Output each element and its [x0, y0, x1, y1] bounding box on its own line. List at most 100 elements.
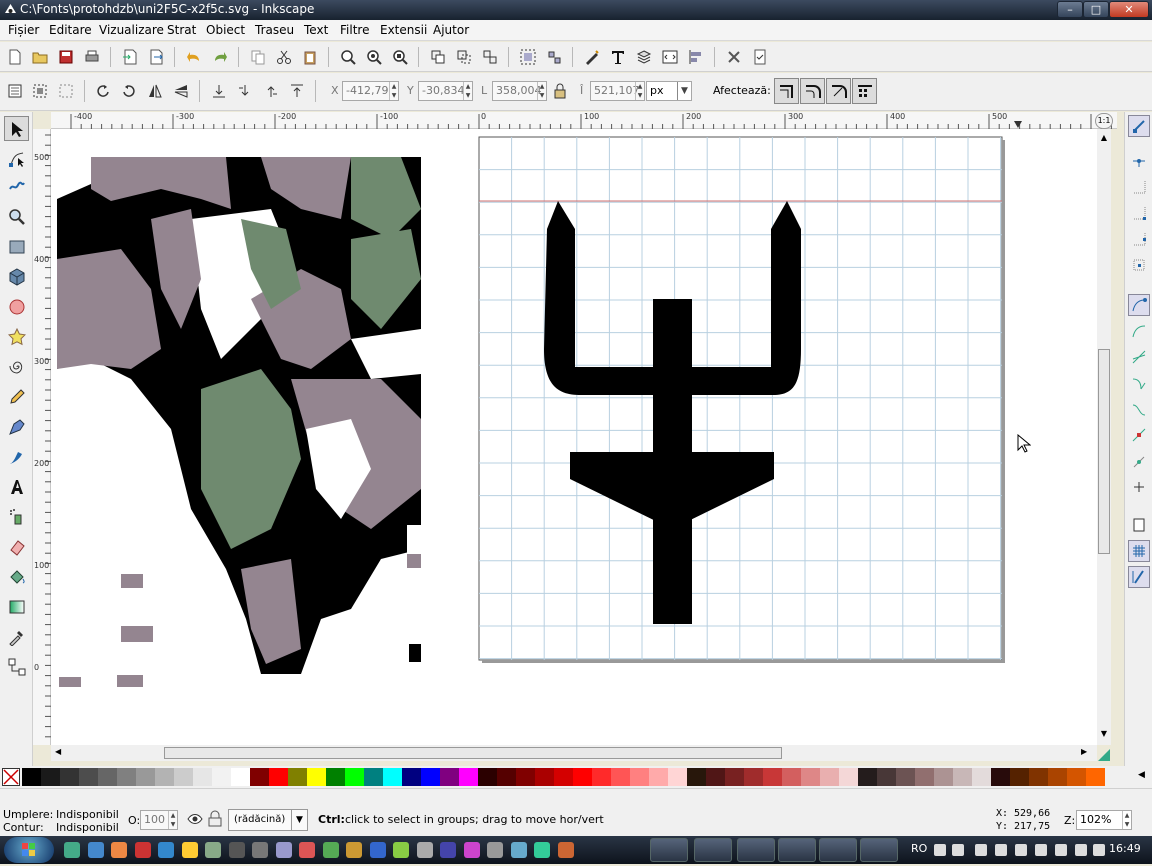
- taskbar-app-icon[interactable]: [228, 842, 245, 858]
- tray-icon[interactable]: [995, 844, 1007, 856]
- preferences-button[interactable]: [723, 46, 745, 68]
- snap-intersections-button[interactable]: [1128, 346, 1150, 368]
- color-swatch[interactable]: [383, 768, 402, 786]
- menu-view[interactable]: Vizualizare: [99, 23, 164, 37]
- lower-to-bottom-button[interactable]: [208, 80, 230, 102]
- y-field[interactable]: -30,834 ▲ ▼: [418, 81, 473, 101]
- snap-midpoint-button[interactable]: [1128, 424, 1150, 446]
- taskbar-app-icon[interactable]: [346, 842, 362, 858]
- opacity-field[interactable]: 100 ▲ ▼: [140, 810, 178, 830]
- snap-bbox-midpoint-button[interactable]: [1128, 228, 1150, 250]
- width-spin-arrows[interactable]: ▲ ▼: [537, 82, 546, 100]
- affect-patterns-toggle[interactable]: [852, 78, 877, 104]
- scroll-down-icon[interactable]: ▼: [1097, 729, 1111, 738]
- save-button[interactable]: [55, 46, 77, 68]
- menu-file[interactable]: Fișier: [8, 23, 39, 37]
- select-all-layers-button[interactable]: [29, 80, 51, 102]
- taskbar-app-icon[interactable]: [393, 842, 409, 858]
- tray-icon[interactable]: [1075, 844, 1087, 856]
- unit-select[interactable]: px ▼: [646, 81, 692, 101]
- color-swatch[interactable]: [307, 768, 326, 786]
- color-swatch[interactable]: [820, 768, 839, 786]
- affect-corners-toggle[interactable]: [800, 78, 825, 104]
- color-swatch[interactable]: [155, 768, 174, 786]
- color-swatch[interactable]: [326, 768, 345, 786]
- vertical-ruler[interactable]: 0 100 200 300 400 500: [33, 129, 51, 745]
- 3d-box-tool[interactable]: [4, 264, 29, 289]
- tray-icon[interactable]: [952, 844, 964, 856]
- maximize-button[interactable]: □: [1083, 1, 1109, 18]
- rotate-ccw-button[interactable]: [92, 80, 114, 102]
- dropper-tool[interactable]: [4, 624, 29, 649]
- color-swatch[interactable]: [725, 768, 744, 786]
- tray-icon[interactable]: [1035, 844, 1047, 856]
- color-swatch[interactable]: [364, 768, 383, 786]
- color-swatch[interactable]: [991, 768, 1010, 786]
- scroll-thumb[interactable]: [164, 747, 782, 759]
- taskbar-app-icon[interactable]: [275, 842, 292, 858]
- tweak-tool[interactable]: [4, 173, 29, 198]
- color-swatch[interactable]: [915, 768, 934, 786]
- lock-ratio-button[interactable]: [550, 81, 570, 101]
- raise-to-top-button[interactable]: [286, 80, 308, 102]
- color-swatch[interactable]: [877, 768, 896, 786]
- color-swatch[interactable]: [573, 768, 592, 786]
- taskbar-app-icon[interactable]: [463, 842, 480, 858]
- pen-tool[interactable]: [4, 414, 29, 439]
- taskbar-app-icon[interactable]: [134, 842, 151, 858]
- snap-guides-button[interactable]: [1128, 566, 1150, 588]
- xml-editor-button[interactable]: [659, 46, 681, 68]
- deselect-button[interactable]: [55, 80, 77, 102]
- color-swatch[interactable]: [934, 768, 953, 786]
- snap-bbox-edge-button[interactable]: [1128, 176, 1150, 198]
- cut-button[interactable]: [273, 46, 295, 68]
- opacity-spin-arrows[interactable]: ▲ ▼: [168, 811, 177, 829]
- taskbar-app-icon[interactable]: [510, 842, 527, 858]
- color-swatch[interactable]: [630, 768, 649, 786]
- import-button[interactable]: [119, 46, 141, 68]
- color-swatch[interactable]: [1048, 768, 1067, 786]
- taskbar-app-icon[interactable]: [322, 842, 339, 858]
- scroll-up-icon[interactable]: ▲: [1097, 133, 1111, 142]
- menu-edit[interactable]: Editare: [49, 23, 92, 37]
- node-tool[interactable]: [4, 146, 29, 171]
- color-swatch[interactable]: [668, 768, 687, 786]
- color-swatch[interactable]: [174, 768, 193, 786]
- color-swatch[interactable]: [402, 768, 421, 786]
- affect-gradients-toggle[interactable]: [826, 78, 851, 104]
- color-swatch[interactable]: [592, 768, 611, 786]
- export-button[interactable]: [145, 46, 167, 68]
- tray-icon[interactable]: [975, 844, 987, 856]
- clock[interactable]: 16:49: [1109, 842, 1141, 855]
- tray-icon[interactable]: [934, 844, 946, 856]
- color-swatch[interactable]: [22, 768, 41, 786]
- color-swatch[interactable]: [554, 768, 573, 786]
- flip-vertical-button[interactable]: [170, 80, 192, 102]
- stroke-value[interactable]: Indisponibil: [56, 821, 119, 834]
- snap-nodes-button[interactable]: [1128, 294, 1150, 316]
- fill-stroke-button[interactable]: [581, 46, 603, 68]
- calligraphy-tool[interactable]: [4, 444, 29, 469]
- color-swatch[interactable]: [839, 768, 858, 786]
- taskbar-app-icon[interactable]: [534, 842, 550, 858]
- taskbar-window-button[interactable]: [694, 838, 732, 862]
- color-swatch[interactable]: [231, 768, 250, 786]
- lower-button[interactable]: [234, 80, 256, 102]
- color-swatch[interactable]: [611, 768, 630, 786]
- color-swatch[interactable]: [212, 768, 231, 786]
- height-field[interactable]: 521,107 ▲ ▼: [590, 81, 645, 101]
- y-spin-arrows[interactable]: ▲ ▼: [463, 82, 472, 100]
- menu-text[interactable]: Text: [304, 23, 328, 37]
- flip-horizontal-button[interactable]: [144, 80, 166, 102]
- color-swatch[interactable]: [953, 768, 972, 786]
- taskbar-window-button[interactable]: [860, 838, 898, 862]
- x-spin-arrows[interactable]: ▲ ▼: [389, 82, 398, 100]
- select-all-button[interactable]: [4, 80, 26, 102]
- snap-rotation-center-button[interactable]: [1128, 476, 1150, 498]
- text-tool[interactable]: [4, 474, 29, 499]
- color-swatch[interactable]: [41, 768, 60, 786]
- new-document-button[interactable]: [4, 46, 26, 68]
- snap-smooth-button[interactable]: [1128, 398, 1150, 420]
- color-swatch[interactable]: [706, 768, 725, 786]
- color-swatch[interactable]: [60, 768, 79, 786]
